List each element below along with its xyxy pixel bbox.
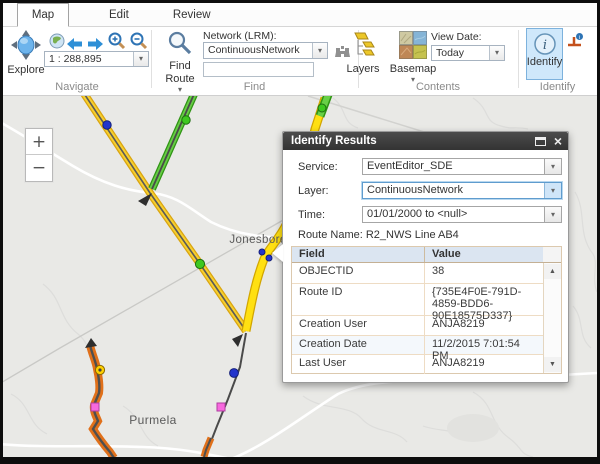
group-separator bbox=[151, 30, 152, 88]
time-value: 01/01/2000 to <null> bbox=[363, 207, 544, 222]
scale-value: 1 : 288,895 bbox=[45, 52, 133, 66]
find-route-location-input[interactable] bbox=[203, 62, 314, 77]
tab-map[interactable]: Map bbox=[17, 3, 69, 27]
chevron-down-icon[interactable]: ▾ bbox=[489, 46, 504, 60]
route-gray-connector-south[interactable] bbox=[204, 333, 246, 457]
field-column-header: Field bbox=[292, 247, 424, 262]
basemap-label: Basemap bbox=[390, 63, 436, 75]
marker-blue-dot bbox=[230, 369, 239, 378]
service-label: Service: bbox=[298, 161, 338, 173]
route-orange-network[interactable] bbox=[90, 345, 114, 457]
view-date-value: Today bbox=[432, 46, 489, 60]
panel-callout-pointer bbox=[272, 244, 283, 262]
route-name-text: Route Name: R2_NWS Line AB4 bbox=[298, 229, 459, 241]
attributes-table: Field Value OBJECTID 38 Route ID {735E4F… bbox=[291, 246, 562, 374]
table-header-row: Field Value bbox=[292, 247, 561, 263]
table-row[interactable]: OBJECTID 38 bbox=[292, 263, 561, 284]
chevron-down-icon[interactable]: ▾ bbox=[544, 207, 561, 222]
contents-group-label: Contents bbox=[358, 81, 518, 93]
view-date-label: View Date: bbox=[431, 31, 482, 43]
route-green-network[interactable] bbox=[152, 96, 195, 189]
marker-green-dot bbox=[195, 259, 204, 268]
layer-value: ContinuousNetwork bbox=[363, 183, 544, 198]
event-editor-window: Map Edit Review Explore bbox=[3, 3, 597, 457]
scale-combobox[interactable]: 1 : 288,895 ▾ bbox=[44, 51, 149, 67]
basemap-icon bbox=[399, 31, 427, 62]
tab-edit[interactable]: Edit bbox=[91, 3, 147, 26]
layers-button[interactable]: Layers bbox=[344, 31, 382, 75]
find-group-label: Find bbox=[151, 81, 358, 93]
network-value: ContinuousNetwork bbox=[204, 43, 312, 58]
screenshot-frame: Map Edit Review Explore bbox=[0, 0, 600, 464]
value-column-header: Value bbox=[424, 247, 543, 262]
time-combobox[interactable]: 01/01/2000 to <null> ▾ bbox=[362, 206, 562, 223]
svg-text:i: i bbox=[542, 38, 546, 53]
identify-results-panel: Identify Results × Service: EventEditor_… bbox=[282, 131, 569, 383]
map-zoom-control: + − bbox=[25, 128, 53, 182]
marker-blue-dot bbox=[259, 249, 265, 255]
layer-combobox[interactable]: ContinuousNetwork ▾ bbox=[362, 182, 562, 199]
table-row[interactable]: Last User ANJA8219 bbox=[292, 355, 561, 374]
map-terrain-patch bbox=[447, 414, 499, 442]
find-route-magnifier-icon bbox=[167, 30, 193, 59]
view-date-combobox[interactable]: Today ▾ bbox=[431, 45, 505, 61]
identify-label: Identify bbox=[527, 56, 562, 68]
explore-icon bbox=[11, 30, 41, 63]
chevron-down-icon[interactable]: ▾ bbox=[544, 183, 561, 198]
chevron-down-icon[interactable]: ▾ bbox=[133, 52, 148, 66]
network-lrm-label: Network (LRM): bbox=[203, 30, 277, 42]
town-label-purmela: Purmela bbox=[129, 413, 176, 427]
table-row[interactable]: Creation Date 11/2/2015 7:01:54 PM bbox=[292, 336, 561, 355]
layer-label: Layer: bbox=[298, 185, 329, 197]
map-zoom-out-button[interactable]: − bbox=[26, 155, 52, 181]
service-combobox[interactable]: EventEditor_SDE ▾ bbox=[362, 158, 562, 175]
layers-label: Layers bbox=[346, 63, 379, 75]
tab-review[interactable]: Review bbox=[155, 3, 229, 26]
marker-green-dot bbox=[318, 104, 326, 112]
table-scrollbar[interactable]: ▲ ▼ bbox=[543, 263, 561, 373]
explore-label: Explore bbox=[7, 64, 44, 76]
marker-blue-dot bbox=[103, 121, 111, 129]
chevron-down-icon[interactable]: ▾ bbox=[312, 43, 327, 58]
basemap-button[interactable]: Basemap ▾ bbox=[389, 31, 437, 83]
network-combobox[interactable]: ContinuousNetwork ▾ bbox=[203, 42, 328, 59]
identify-group-label: Identify bbox=[518, 81, 597, 93]
service-value: EventEditor_SDE bbox=[363, 159, 544, 174]
scroll-down-icon[interactable]: ▼ bbox=[544, 357, 561, 372]
ribbon-tab-bar: Map Edit Review bbox=[3, 3, 597, 27]
ribbon: Explore 1 : 288,895 ▾ Navigate Find bbox=[3, 27, 597, 96]
time-label: Time: bbox=[298, 209, 325, 221]
explore-button[interactable]: Explore bbox=[5, 30, 47, 76]
identify-icon: i bbox=[533, 32, 557, 56]
table-row[interactable]: Creation User ANJA8219 bbox=[292, 316, 561, 336]
close-icon[interactable]: × bbox=[554, 136, 562, 146]
scroll-up-icon[interactable]: ▲ bbox=[544, 264, 561, 279]
group-separator bbox=[518, 30, 519, 88]
maximize-icon[interactable] bbox=[535, 137, 546, 146]
navigate-group-label: Navigate bbox=[3, 81, 151, 93]
marker-pink-square bbox=[91, 403, 99, 411]
marker-green-dot bbox=[182, 116, 190, 124]
panel-title-bar[interactable]: Identify Results × bbox=[283, 132, 568, 150]
identify-route-tool-icon[interactable]: i bbox=[566, 32, 584, 55]
marker-yellow-dot-center bbox=[98, 368, 101, 371]
chevron-down-icon[interactable]: ▾ bbox=[544, 159, 561, 174]
route-yellow-network[interactable] bbox=[83, 96, 246, 331]
identify-button[interactable]: i Identify bbox=[526, 28, 563, 80]
marker-pink-square bbox=[217, 403, 225, 411]
layers-icon bbox=[351, 31, 375, 62]
find-route-label: Find bbox=[169, 60, 190, 72]
map-zoom-in-button[interactable]: + bbox=[26, 129, 52, 155]
table-row[interactable]: Route ID {735E4F0E-791D-4859-BDD6-90E185… bbox=[292, 284, 561, 316]
svg-text:i: i bbox=[579, 35, 580, 41]
panel-title: Identify Results bbox=[291, 135, 377, 147]
